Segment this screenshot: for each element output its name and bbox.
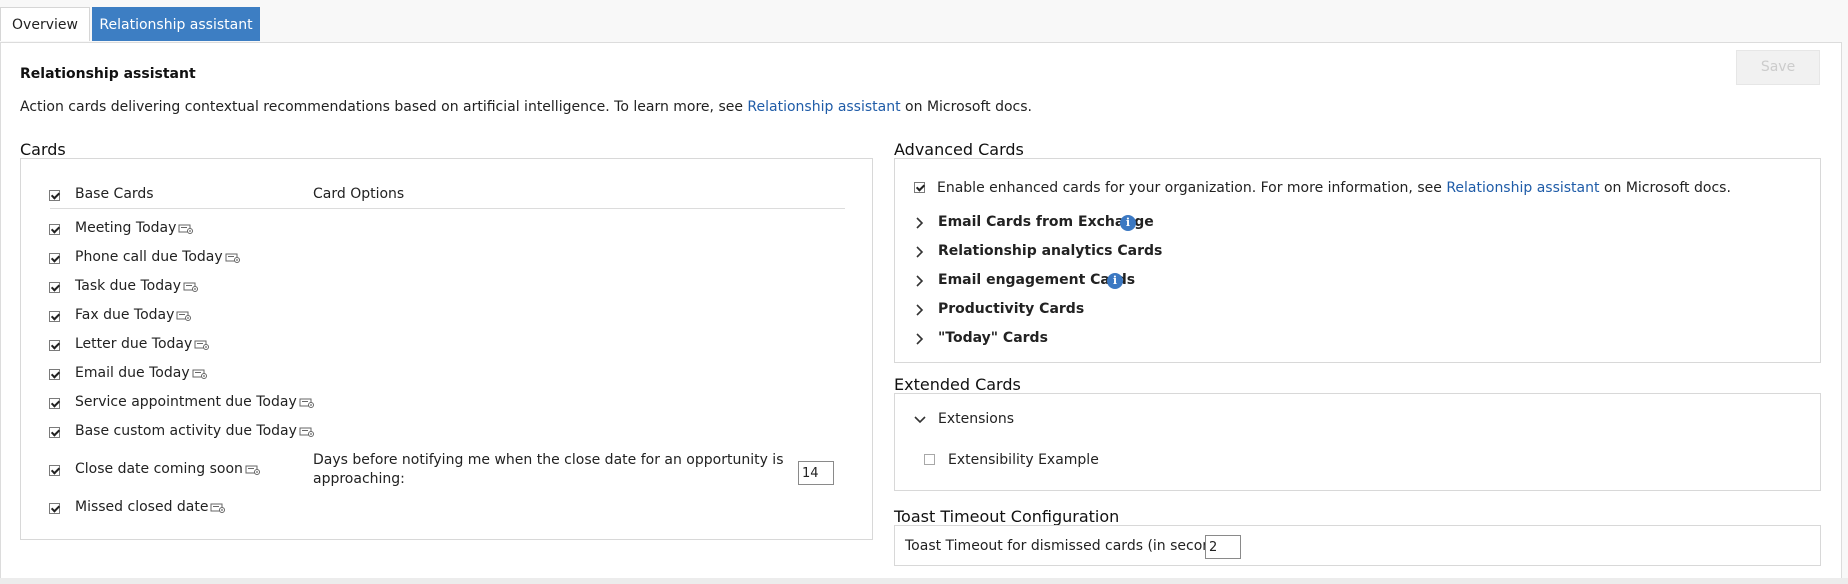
info-icon[interactable]: i xyxy=(1120,215,1136,231)
close-date-option-text-line1: Days before notifying me when the close … xyxy=(313,452,784,468)
enable-enhanced-cards-checkbox[interactable] xyxy=(914,182,925,193)
preview-icon[interactable] xyxy=(178,224,194,234)
tab-bar: Overview Relationship assistant xyxy=(0,0,1848,43)
chevron-down-icon[interactable] xyxy=(912,412,928,428)
chevron-right-icon[interactable] xyxy=(912,331,928,347)
letter-today-checkbox[interactable] xyxy=(49,340,60,351)
toast-timeout-input[interactable] xyxy=(1205,535,1241,559)
card-row-email-today: Email due Today xyxy=(75,365,208,381)
service-appointment-today-checkbox[interactable] xyxy=(49,398,60,409)
close-date-option-text-line2: approaching: xyxy=(313,471,405,487)
base-cards-checkbox[interactable] xyxy=(49,190,60,201)
tab-relationship-assistant[interactable]: Relationship assistant xyxy=(92,7,260,41)
bottom-scroll-area xyxy=(0,578,1848,584)
card-row-phone-call-today: Phone call due Today xyxy=(75,249,241,265)
chevron-right-icon[interactable] xyxy=(912,273,928,289)
info-icon[interactable]: i xyxy=(1107,273,1123,289)
preview-icon[interactable] xyxy=(194,340,210,350)
group-productivity-cards[interactable]: Productivity Cards xyxy=(938,301,1084,317)
preview-icon[interactable] xyxy=(210,503,226,513)
base-cards-header: Base Cards xyxy=(75,186,154,202)
card-row-meeting-today: Meeting Today xyxy=(75,220,194,236)
preview-icon[interactable] xyxy=(245,465,261,475)
chevron-right-icon[interactable] xyxy=(912,302,928,318)
card-row-fax-today: Fax due Today xyxy=(75,307,192,323)
preview-icon[interactable] xyxy=(299,427,315,437)
page-title: Relationship assistant xyxy=(20,66,196,82)
chevron-right-icon[interactable] xyxy=(912,244,928,260)
preview-icon[interactable] xyxy=(176,311,192,321)
base-custom-activity-today-checkbox[interactable] xyxy=(49,427,60,438)
task-today-checkbox[interactable] xyxy=(49,282,60,293)
advanced-cards-title: Advanced Cards xyxy=(894,140,1024,159)
extended-cards-title: Extended Cards xyxy=(894,375,1021,394)
preview-icon[interactable] xyxy=(192,369,208,379)
group-extensions[interactable]: Extensions xyxy=(938,411,1014,427)
save-button[interactable]: Save xyxy=(1736,50,1820,85)
card-row-missed-closed-date: Missed closed date xyxy=(75,499,226,515)
preview-icon[interactable] xyxy=(225,253,241,263)
close-date-coming-soon-checkbox[interactable] xyxy=(49,465,60,476)
cards-section-title: Cards xyxy=(20,140,66,159)
card-row-base-custom-activity-today: Base custom activity due Today xyxy=(75,423,315,439)
toast-timeout-title: Toast Timeout Configuration xyxy=(894,507,1120,526)
extensibility-example-label: Extensibility Example xyxy=(948,452,1099,468)
missed-closed-date-checkbox[interactable] xyxy=(49,503,60,514)
card-row-close-date-coming-soon: Close date coming soon xyxy=(75,461,261,477)
card-row-letter-today: Letter due Today xyxy=(75,336,210,352)
relationship-assistant-link[interactable]: Relationship assistant xyxy=(1446,180,1599,196)
card-row-task-today: Task due Today xyxy=(75,278,199,294)
extended-cards-panel xyxy=(894,393,1821,491)
fax-today-checkbox[interactable] xyxy=(49,311,60,322)
enable-enhanced-cards-label: Enable enhanced cards for your organizat… xyxy=(937,180,1731,196)
preview-icon[interactable] xyxy=(183,282,199,292)
group-relationship-analytics[interactable]: Relationship analytics Cards xyxy=(938,243,1162,259)
chevron-right-icon[interactable] xyxy=(912,215,928,231)
phone-call-today-checkbox[interactable] xyxy=(49,253,60,264)
page-description: Action cards delivering contextual recom… xyxy=(20,99,1033,115)
cards-header-divider xyxy=(50,208,845,209)
relationship-assistant-docs-link[interactable]: Relationship assistant xyxy=(747,99,900,115)
meeting-today-checkbox[interactable] xyxy=(49,224,60,235)
card-options-header: Card Options xyxy=(313,186,405,202)
preview-icon[interactable] xyxy=(299,398,315,408)
email-today-checkbox[interactable] xyxy=(49,369,60,380)
tab-overview[interactable]: Overview xyxy=(0,7,90,41)
close-date-days-input[interactable] xyxy=(798,461,834,485)
group-email-engagement[interactable]: Email engagement Cards xyxy=(938,272,1135,288)
extensibility-example-checkbox[interactable] xyxy=(924,454,935,465)
group-today-cards[interactable]: "Today" Cards xyxy=(938,330,1048,346)
toast-timeout-label: Toast Timeout for dismissed cards (in se… xyxy=(905,538,1238,554)
card-row-service-appointment-today: Service appointment due Today xyxy=(75,394,315,410)
